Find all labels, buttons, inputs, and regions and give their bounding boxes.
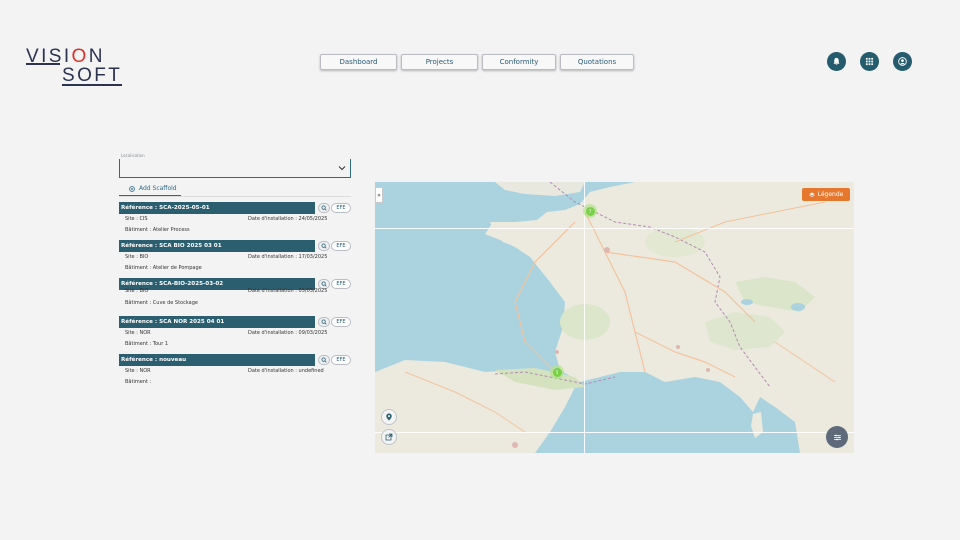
- scaffold-card: Référence : SCA-BIO-2025-03-02 EFE Site …: [119, 278, 353, 316]
- scaffold-batiment: Bâtiment : Tour 1: [125, 341, 169, 347]
- efe-button[interactable]: EFE: [331, 355, 351, 365]
- inspect-button[interactable]: [318, 317, 330, 327]
- user-icon[interactable]: [893, 52, 912, 71]
- logo-underline: [62, 84, 122, 86]
- locate-button[interactable]: [381, 409, 397, 425]
- inspect-button[interactable]: [318, 241, 330, 251]
- inspect-button[interactable]: [318, 203, 330, 213]
- search-icon: [321, 319, 327, 325]
- legend-label: Légende: [817, 191, 844, 198]
- scaffold-date: Date d'installation : 05/03/2025: [248, 288, 328, 294]
- tab-label: Add Scaffold: [139, 185, 177, 192]
- scaffold-date: Date d'installation : 09/03/2025: [248, 330, 328, 336]
- scaffold-site: Site : BIO: [125, 288, 149, 294]
- map-panel-toggle[interactable]: »: [375, 187, 383, 203]
- location-pin-icon: [386, 413, 392, 421]
- scaffold-reference[interactable]: Référence : SCA NOR 2025 04 01: [119, 316, 315, 328]
- map-tiles: [375, 182, 854, 453]
- filter-sliders-icon: [833, 434, 841, 440]
- nav-conformity-button[interactable]: Conformity: [482, 54, 556, 70]
- map-graticule: [375, 228, 854, 229]
- scaffold-card: Référence : nouveau EFE Site : NOR Date …: [119, 354, 353, 392]
- scaffold-reference[interactable]: Référence : SCA BIO 2025 03 01: [119, 240, 315, 252]
- add-circle-icon: [129, 185, 135, 192]
- external-link-button[interactable]: [381, 429, 397, 445]
- filter-fab-button[interactable]: [826, 426, 848, 448]
- tab-add-scaffold[interactable]: Add Scaffold: [119, 182, 181, 197]
- logo-underline: [26, 63, 60, 65]
- location-select[interactable]: [119, 159, 351, 178]
- map-graticule: [584, 182, 585, 453]
- scaffold-batiment: Bâtiment : Cuve de Stockage: [125, 300, 198, 306]
- efe-button[interactable]: EFE: [331, 241, 351, 251]
- tab-divider: [119, 196, 351, 197]
- search-icon: [321, 243, 327, 249]
- legend-button[interactable]: Légende: [802, 188, 850, 201]
- nav-quotations-button[interactable]: Quotations: [560, 54, 634, 70]
- search-icon: [321, 281, 327, 287]
- main-nav: Dashboard Projects Conformity Quotations: [320, 54, 634, 70]
- layers-icon: [808, 192, 815, 197]
- scaffold-site: Site : NOR: [125, 368, 151, 374]
- map-cluster-marker[interactable]: 7: [583, 204, 597, 218]
- grid-icon[interactable]: [860, 52, 879, 71]
- search-icon: [321, 357, 327, 363]
- scaffold-date: Date d'installation : 24/05/2025: [248, 216, 328, 222]
- vision-soft-logo[interactable]: VISION SOFT: [26, 46, 130, 88]
- map-view[interactable]: 7 5 » Légende: [375, 182, 854, 453]
- scaffold-site: Site : BIO: [125, 254, 149, 260]
- scaffold-batiment: Bâtiment :: [125, 379, 152, 385]
- scaffold-batiment: Bâtiment : Atelier Process: [125, 227, 190, 233]
- scaffold-date: Date d'installation : 17/03/2025: [248, 254, 328, 260]
- location-label: Localisation: [121, 153, 145, 158]
- scaffold-reference[interactable]: Référence : nouveau: [119, 354, 315, 366]
- scaffold-card: Référence : SCA BIO 2025 03 01 EFE Site …: [119, 240, 353, 278]
- map-graticule: [375, 432, 854, 433]
- scaffold-batiment: Bâtiment : Atelier de Pompage: [125, 265, 202, 271]
- scaffold-list: Référence : SCA-2025-05-01 EFE Site : CI…: [119, 202, 353, 392]
- chevron-down-icon: [338, 166, 346, 171]
- nav-dashboard-button[interactable]: Dashboard: [320, 54, 397, 70]
- map-cluster-marker[interactable]: 5: [550, 365, 564, 379]
- external-link-icon: [385, 433, 393, 441]
- scaffold-card: Référence : SCA-2025-05-01 EFE Site : CI…: [119, 202, 353, 240]
- inspect-button[interactable]: [318, 355, 330, 365]
- scaffold-site: Site : CIS: [125, 216, 148, 222]
- scaffold-date: Date d'installation : undefined: [248, 368, 324, 374]
- efe-button[interactable]: EFE: [331, 203, 351, 213]
- efe-button[interactable]: EFE: [331, 317, 351, 327]
- scaffold-site: Site : NOR: [125, 330, 151, 336]
- scaffold-reference[interactable]: Référence : SCA-2025-05-01: [119, 202, 315, 214]
- search-icon: [321, 205, 327, 211]
- scaffold-card: Référence : SCA NOR 2025 04 01 EFE Site …: [119, 316, 353, 354]
- efe-button[interactable]: EFE: [331, 279, 351, 289]
- nav-projects-button[interactable]: Projects: [401, 54, 478, 70]
- bell-icon[interactable]: [827, 52, 846, 71]
